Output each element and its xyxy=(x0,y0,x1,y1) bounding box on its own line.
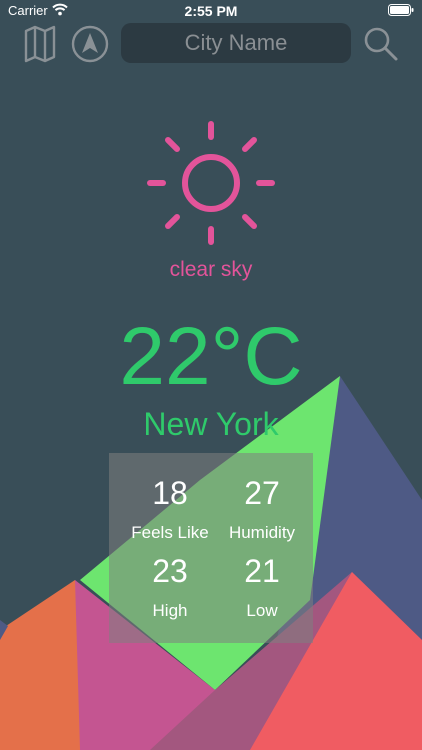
toolbar xyxy=(0,22,422,66)
sun-icon xyxy=(147,121,275,245)
humidity-value: 27 xyxy=(244,475,280,511)
low-value: 21 xyxy=(244,553,280,589)
map-icon[interactable] xyxy=(22,24,58,64)
high-value: 23 xyxy=(152,553,188,589)
humidity-stat: 27 Humidity xyxy=(211,475,313,543)
status-bar: Carrier 2:55 PM xyxy=(0,0,422,22)
city-search-input[interactable] xyxy=(121,23,351,63)
city-name: New York xyxy=(143,406,279,442)
weather-condition: clear sky xyxy=(169,258,253,281)
low-label: Low xyxy=(246,601,278,620)
temperature: 22°C xyxy=(119,311,303,402)
navigation-arrow-icon[interactable] xyxy=(70,24,110,64)
search-icon[interactable] xyxy=(362,25,400,63)
low-stat: 21 Low xyxy=(211,553,313,621)
feels-like-label: Feels Like xyxy=(131,523,209,542)
humidity-label: Humidity xyxy=(228,523,296,542)
weather-stats-panel: 18 Feels Like 27 Humidity 23 High 21 Low xyxy=(109,453,313,643)
high-stat: 23 High xyxy=(125,553,215,621)
status-time: 2:55 PM xyxy=(184,3,238,19)
feels-like-stat: 18 Feels Like xyxy=(125,475,215,543)
battery-icon xyxy=(388,4,414,16)
high-label: High xyxy=(152,601,188,620)
feels-like-value: 18 xyxy=(152,475,188,511)
